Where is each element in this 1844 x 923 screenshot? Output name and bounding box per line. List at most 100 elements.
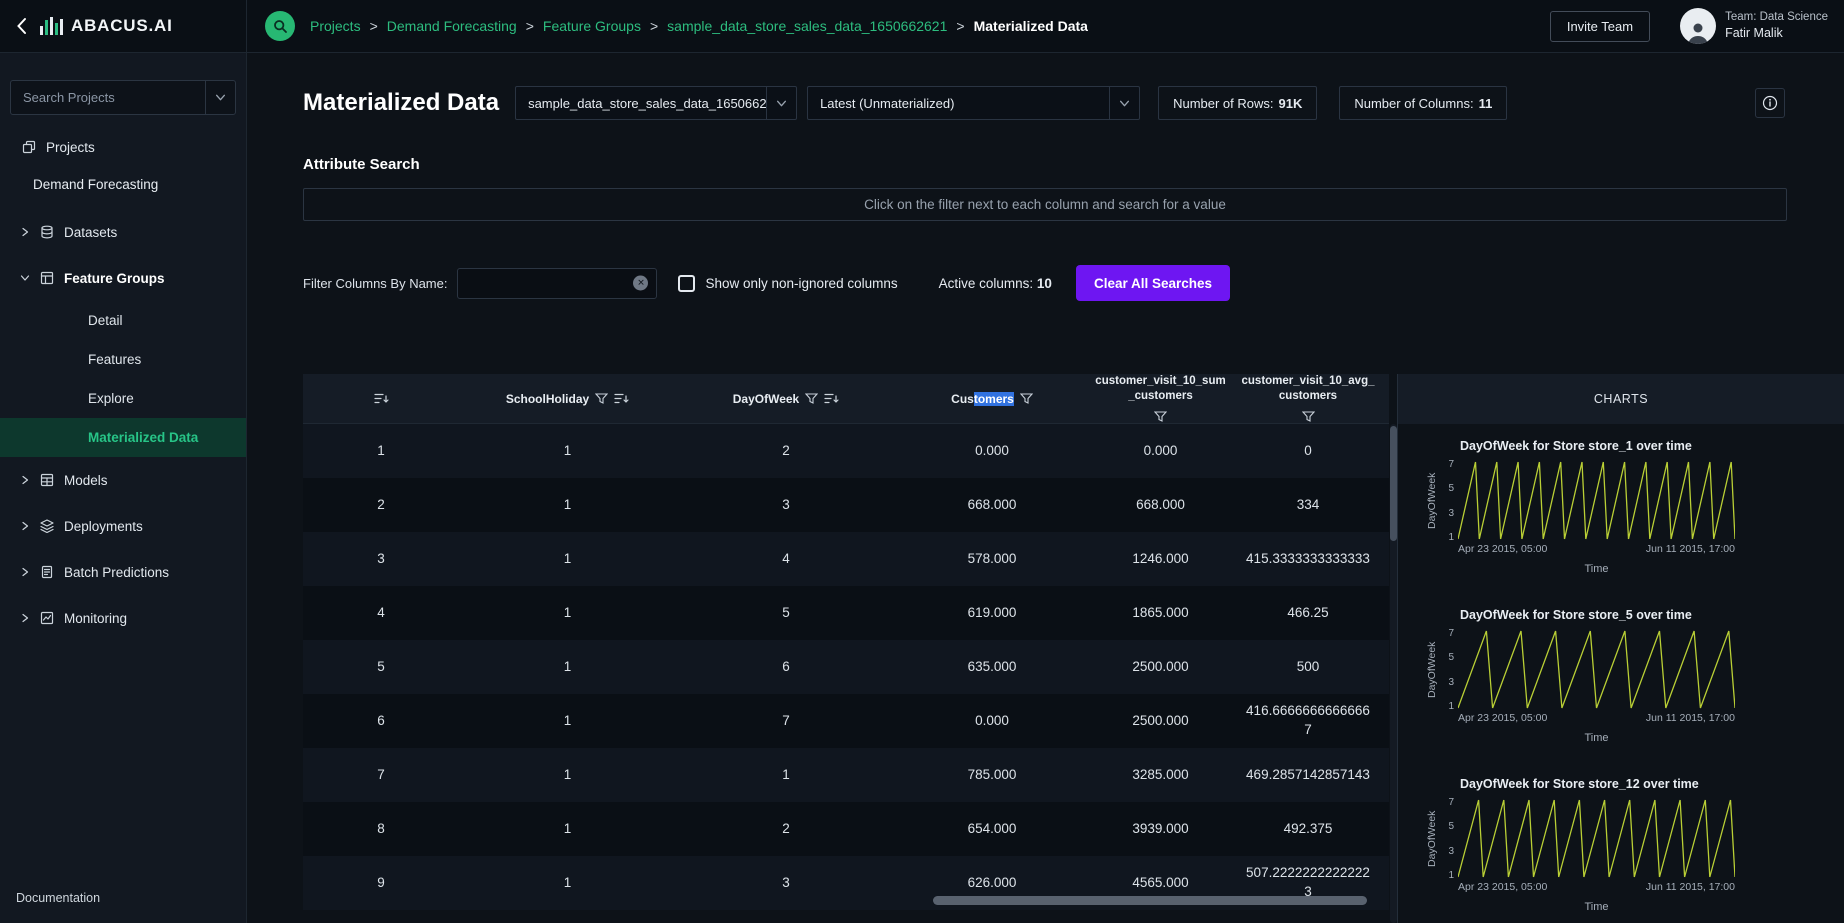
filter-icon[interactable] [1154, 411, 1167, 423]
table-cell: 2 [303, 478, 459, 532]
column-config-icon[interactable] [824, 392, 839, 405]
sidebar-item-explore[interactable]: Explore [0, 379, 246, 418]
page-title: Materialized Data [303, 89, 499, 117]
documentation-link[interactable]: Documentation [0, 891, 246, 923]
breadcrumb-item[interactable]: Projects [310, 18, 361, 34]
table-cell: 466.25 [1233, 586, 1383, 640]
show-non-ignored-checkbox[interactable] [678, 275, 695, 292]
breadcrumb-separator: > [956, 18, 964, 34]
vertical-scrollbar[interactable] [1390, 424, 1397, 923]
column-header-customer-visit-10-avg-customers[interactable]: customer_visit_10_avg_customers [1233, 374, 1383, 423]
column-config-icon[interactable] [374, 392, 389, 405]
search-icon[interactable] [265, 11, 295, 41]
chart-x-end-label: Jun 11 2015, 17:00 [1646, 543, 1735, 557]
sidebar-item-deployments[interactable]: Deployments [0, 503, 246, 549]
table-cell: 0.000 [896, 694, 1088, 748]
table-cell: 1 [676, 748, 896, 802]
table-cell: 469.2857142857143 [1233, 748, 1383, 802]
abacus-logo[interactable]: ABACUS.AI [39, 15, 173, 37]
table-cell: 6 [676, 640, 896, 694]
breadcrumb-separator: > [526, 18, 534, 34]
current-project-name[interactable]: Demand Forecasting [0, 177, 246, 192]
column-label: customer_visit_10_sum_customers [1094, 374, 1227, 404]
topbar-actions: Invite Team Team: Data Science Fatir Mal… [1550, 8, 1844, 44]
feature-group-select[interactable]: sample_data_store_sales_data_1650662... [515, 86, 797, 120]
table-cell: 2500.000 [1088, 640, 1233, 694]
filter-row: Filter Columns By Name: ✕ Show only non-… [303, 265, 1844, 301]
filter-icon[interactable] [1302, 411, 1315, 423]
sidebar-item-label: Feature Groups [64, 271, 165, 286]
table-cell: 785.000 [896, 748, 1088, 802]
table-cell: 7 [676, 694, 896, 748]
table-cell: 1 [459, 694, 676, 748]
chevron-right-icon [20, 475, 30, 485]
sidebar-item-projects[interactable]: Projects [0, 129, 246, 165]
column-label: Customers [951, 392, 1014, 406]
sidebar-item-models[interactable]: Models [0, 457, 246, 503]
columns-count-badge: Number of Columns: 11 [1339, 86, 1507, 120]
filter-icon[interactable] [595, 393, 608, 405]
breadcrumb-separator: > [650, 18, 658, 34]
table-cell: 4 [676, 532, 896, 586]
chevron-right-icon [20, 521, 30, 531]
column-header-schoolholiday[interactable]: SchoolHoliday [459, 374, 676, 423]
sidebar-item-batch-predictions[interactable]: Batch Predictions [0, 549, 246, 595]
breadcrumb-item[interactable]: Demand Forecasting [387, 18, 517, 34]
data-table: SchoolHoliday DayOfWeek [303, 374, 1389, 923]
table-cell: 578.000 [896, 532, 1088, 586]
sidebar-item-label: Projects [46, 140, 95, 155]
attribute-search-hint: Click on the filter next to each column … [864, 197, 1226, 212]
breadcrumb-item[interactable]: sample_data_store_sales_data_1650662621 [667, 18, 947, 34]
horizontal-scrollbar-thumb[interactable] [933, 896, 1367, 905]
table-cell: 1 [459, 640, 676, 694]
clear-all-searches-button[interactable]: Clear All Searches [1076, 265, 1230, 301]
invite-team-button[interactable]: Invite Team [1550, 11, 1650, 42]
attribute-search-bar[interactable]: Click on the filter next to each column … [303, 188, 1787, 221]
sidebar-item-materialized-data[interactable]: Materialized Data [0, 418, 246, 457]
user-chip[interactable]: Team: Data Science Fatir Malik [1680, 8, 1828, 44]
column-config-icon[interactable] [614, 392, 629, 405]
vertical-scrollbar-thumb[interactable] [1390, 426, 1397, 541]
column-header-index[interactable] [303, 374, 459, 423]
column-header-customers[interactable]: Customers [896, 374, 1088, 423]
chart-x-ticks: Apr 23 2015, 05:00Jun 11 2015, 17:00 [1458, 712, 1735, 726]
column-header-dayofweek[interactable]: DayOfWeek [676, 374, 896, 423]
back-chevron-icon[interactable] [16, 17, 27, 35]
datasets-icon [40, 225, 54, 239]
columns-count-label: Number of Columns: [1354, 96, 1473, 111]
column-label: DayOfWeek [733, 392, 799, 406]
breadcrumb-item[interactable]: Feature Groups [543, 18, 641, 34]
version-select[interactable]: Latest (Unmaterialized) [807, 86, 1140, 120]
chart-y-axis-label: DayOfWeek [1424, 459, 1440, 543]
charts-panel: CHARTS DayOfWeek for Store store_1 over … [1397, 374, 1844, 923]
sidebar-item-features[interactable]: Features [0, 340, 246, 379]
project-search-select[interactable]: Search Projects [10, 80, 236, 115]
charts-list: DayOfWeek for Store store_1 over timeDay… [1398, 424, 1844, 913]
clear-input-icon[interactable]: ✕ [633, 276, 648, 291]
chart-y-axis-label: DayOfWeek [1424, 628, 1440, 712]
topbar: ABACUS.AI Projects > Demand Forecasting > Fe… [0, 0, 1844, 53]
column-header-customer-visit-10-sum-customers[interactable]: customer_visit_10_sum_customers [1088, 374, 1233, 423]
table-cell: 0.000 [1088, 424, 1233, 478]
table-cell: 1246.000 [1088, 532, 1233, 586]
chart-x-axis-label: Time [1458, 732, 1735, 744]
sidebar-item-label: Datasets [64, 225, 117, 240]
info-button[interactable] [1755, 88, 1785, 118]
breadcrumb: Projects > Demand Forecasting > Feature Grou… [310, 18, 1088, 34]
table-row: 711785.0003285.000469.2857142857143 [303, 748, 1389, 802]
table-cell: 3285.000 [1088, 748, 1233, 802]
chart-line-plot [1458, 628, 1735, 712]
chart-title: DayOfWeek for Store store_12 over time [1460, 777, 1844, 793]
filter-columns-input-wrap: ✕ [457, 268, 657, 299]
sidebar-item-monitoring[interactable]: Monitoring [0, 595, 246, 641]
active-columns-count: Active columns: 10 [939, 276, 1052, 291]
filter-icon[interactable] [1020, 393, 1033, 405]
filter-columns-input[interactable] [458, 269, 656, 298]
sidebar-item-label: Deployments [64, 519, 143, 534]
sidebar-item-datasets[interactable]: Datasets [0, 209, 246, 255]
filter-icon[interactable] [805, 393, 818, 405]
sidebar-item-detail[interactable]: Detail [0, 301, 246, 340]
chart-x-axis-label: Time [1458, 563, 1735, 575]
horizontal-scrollbar[interactable] [303, 896, 1389, 905]
sidebar-item-feature-groups[interactable]: Feature Groups [0, 255, 246, 301]
